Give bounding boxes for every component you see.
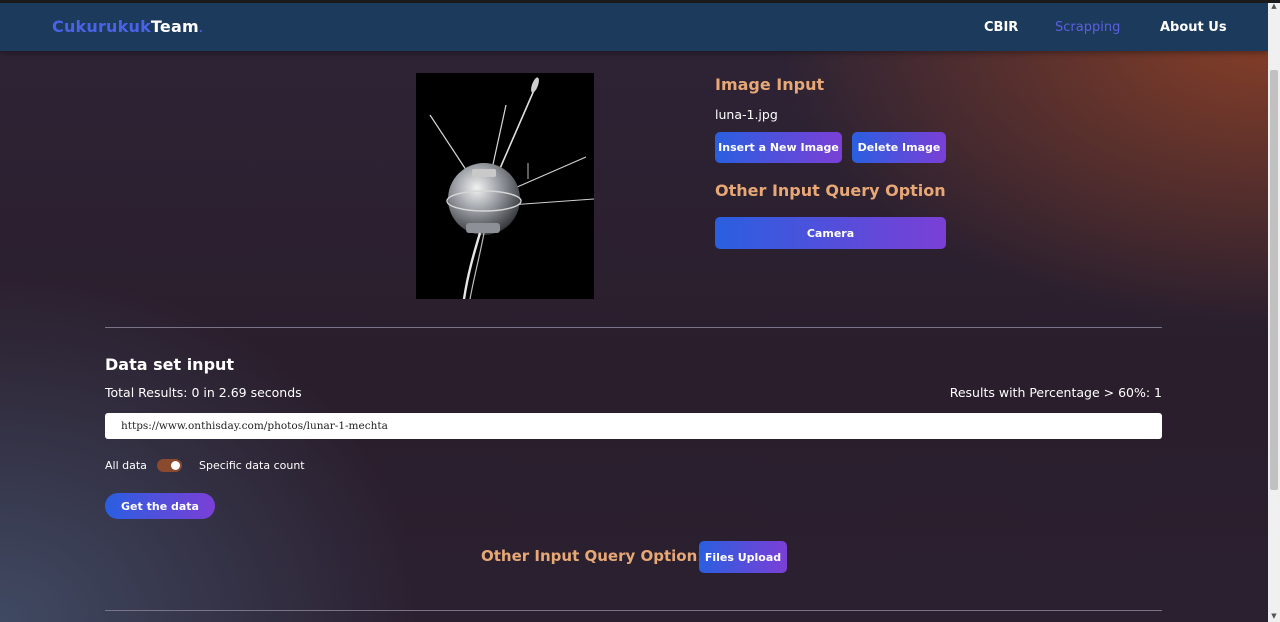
window-top-edge — [0, 0, 1280, 3]
query-image — [416, 73, 594, 299]
toggle-label-all-data: All data — [105, 459, 147, 472]
toggle-knob — [171, 461, 180, 470]
other-input-query-title: Other Input Query Option — [715, 181, 946, 200]
insert-image-button[interactable]: Insert a New Image — [715, 132, 842, 163]
percentage-results-text: Results with Percentage > 60%: 1 — [949, 385, 1162, 400]
scrollbar[interactable]: ▲ ▼ — [1268, 0, 1280, 622]
scroll-down-arrow-icon[interactable]: ▼ — [1268, 610, 1280, 622]
total-results-text: Total Results: 0 in 2.69 seconds — [105, 385, 302, 400]
brand-part-1: Cukurukuk — [52, 17, 151, 36]
nav-link-about-us[interactable]: About Us — [1160, 20, 1227, 35]
scrollbar-thumb[interactable] — [1270, 70, 1278, 490]
other-query-option-label: Other Input Query Option: — [481, 547, 704, 565]
data-mode-toggle[interactable] — [157, 459, 182, 472]
dataset-url-input[interactable] — [105, 413, 1162, 439]
image-input-title: Image Input — [715, 75, 825, 94]
nav-link-scrapping[interactable]: Scrapping — [1055, 20, 1120, 35]
files-upload-button[interactable]: Files Upload — [699, 541, 787, 573]
file-name: luna-1.jpg — [715, 107, 778, 122]
delete-image-button[interactable]: Delete Image — [852, 132, 946, 163]
nav-link-cbir[interactable]: CBIR — [984, 20, 1018, 35]
bottom-divider — [105, 610, 1162, 611]
brand-part-2: Team — [150, 17, 199, 36]
section-divider — [105, 327, 1162, 328]
toggle-label-specific-count: Specific data count — [199, 459, 305, 472]
brand-logo[interactable]: CukurukukTeam. — [52, 17, 203, 36]
page-background: CukurukukTeam. CBIR Scrapping About Us I… — [0, 0, 1268, 622]
satellite-image — [416, 73, 594, 299]
dataset-title: Data set input — [105, 355, 235, 374]
camera-button[interactable]: Camera — [715, 217, 946, 249]
get-data-button[interactable]: Get the data — [105, 493, 215, 519]
navbar: CukurukukTeam. CBIR Scrapping About Us — [0, 3, 1268, 51]
brand-dot: . — [198, 24, 203, 35]
